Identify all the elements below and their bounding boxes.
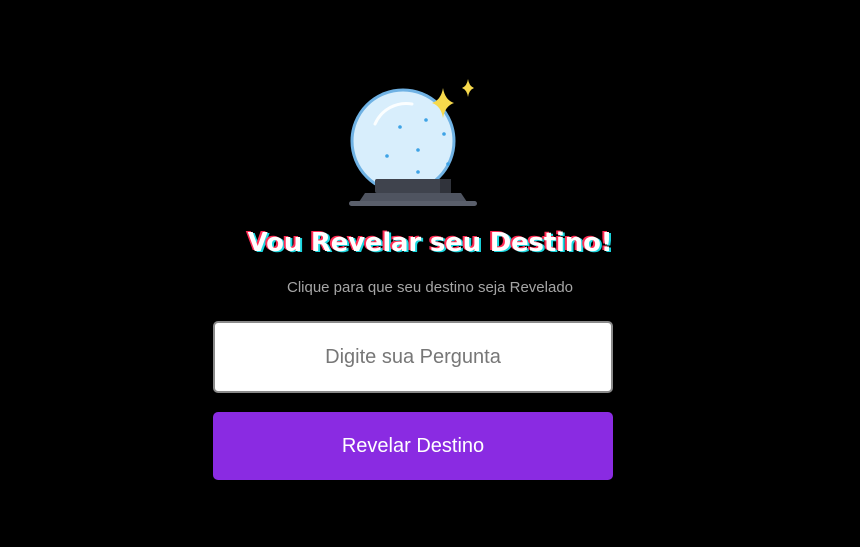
question-input[interactable] — [213, 321, 613, 393]
reveal-destiny-button[interactable]: Revelar Destino — [213, 412, 613, 480]
page-title: Vou Revelar seu Destino! — [247, 228, 613, 258]
crystal-ball-icon — [340, 76, 490, 210]
page-subtitle: Clique para que seu destino seja Revelad… — [286, 279, 574, 296]
